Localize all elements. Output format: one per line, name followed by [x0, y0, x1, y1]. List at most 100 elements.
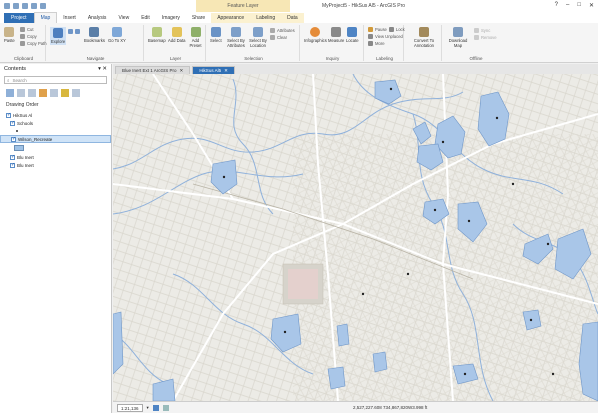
tab-data[interactable]: Data: [281, 13, 304, 23]
pause-button[interactable]: Pause Lock: [368, 27, 405, 32]
school-point[interactable]: [389, 87, 393, 91]
map-visibility-checkbox[interactable]: [6, 112, 11, 118]
tab-edit[interactable]: Edit: [135, 13, 156, 23]
school-point[interactable]: [222, 175, 226, 179]
pond-polygon[interactable]: [336, 323, 350, 347]
view-tools-icon[interactable]: [152, 404, 159, 411]
school-point[interactable]: [441, 140, 445, 144]
select-by-attributes-button[interactable]: Select By Attributes: [226, 27, 246, 48]
view-unplaced-button[interactable]: View Unplaced: [368, 34, 403, 39]
list-by-labeling-icon[interactable]: [61, 89, 69, 97]
attributes-button[interactable]: Attributes: [270, 28, 295, 33]
school-point[interactable]: [495, 116, 499, 120]
redo-icon[interactable]: [40, 3, 46, 9]
toc-map-item[interactable]: HikSus Al: [0, 111, 111, 119]
wilson-visibility-checkbox[interactable]: [11, 136, 16, 142]
zoom-out-icon: [75, 29, 80, 34]
lock-label[interactable]: Lock: [396, 27, 405, 32]
pond-polygon[interactable]: [327, 366, 346, 390]
maximize-icon[interactable]: □: [577, 2, 581, 9]
measure-button[interactable]: Measure: [328, 27, 344, 43]
new-icon[interactable]: [4, 3, 10, 9]
school-point[interactable]: [511, 182, 515, 186]
scale-dropdown[interactable]: 1:21,136: [117, 403, 143, 412]
list-by-snapping-icon[interactable]: [50, 89, 58, 97]
list-by-perspective-icon[interactable]: [72, 89, 80, 97]
blue1-visibility-checkbox[interactable]: [10, 154, 15, 160]
list-by-source-icon[interactable]: [17, 89, 25, 97]
toc-layer-schools[interactable]: Schools: [0, 119, 111, 127]
explore-button[interactable]: Explore: [50, 27, 67, 45]
navigate-group-label: Navigate: [86, 56, 105, 61]
point-symbol-icon: [16, 130, 18, 132]
school-point[interactable]: [361, 292, 365, 296]
pond-polygon[interactable]: [372, 351, 388, 373]
tab-appearance[interactable]: Appearance: [211, 13, 251, 23]
school-point[interactable]: [433, 208, 437, 212]
copy-path-button[interactable]: Copy Path: [20, 41, 47, 46]
street-grid-dense: [293, 134, 598, 401]
close-icon[interactable]: ✕: [589, 2, 594, 9]
school-point[interactable]: [529, 318, 533, 322]
remove-button[interactable]: Remove: [474, 35, 497, 40]
open-icon[interactable]: [13, 3, 19, 9]
list-by-editing-icon[interactable]: [39, 89, 47, 97]
add-preset-button[interactable]: Add Preset: [186, 27, 205, 48]
school-point[interactable]: [406, 272, 410, 276]
locate-button[interactable]: Locate: [346, 27, 359, 43]
more-button[interactable]: More: [368, 41, 385, 46]
select-button[interactable]: Select: [210, 27, 222, 43]
tab-labeling[interactable]: Labeling: [250, 13, 282, 23]
undo-icon[interactable]: [31, 3, 37, 9]
list-by-drawing-order-icon[interactable]: [6, 89, 14, 97]
tab-analysis[interactable]: Analysis: [82, 13, 113, 23]
tab-insert[interactable]: Insert: [57, 13, 82, 23]
pane-options-icon[interactable]: ▾ ✕: [98, 66, 107, 72]
cut-button[interactable]: Cut: [20, 27, 34, 32]
toc-layer-wilson[interactable]: Wilson_Recreate: [0, 135, 111, 143]
schools-visibility-checkbox[interactable]: [10, 120, 15, 126]
map-view[interactable]: [113, 74, 598, 401]
toc-layer-blue1[interactable]: Blu Inert: [0, 153, 111, 161]
school-point[interactable]: [463, 372, 467, 376]
close-icon[interactable]: ✕: [180, 68, 184, 74]
pause-drawing-icon[interactable]: [162, 404, 169, 411]
attributes-label: Attributes: [277, 28, 295, 33]
school-point[interactable]: [467, 219, 471, 223]
copy-button[interactable]: Copy: [20, 34, 37, 39]
selection-group: Select Select By Attributes Select By Lo…: [208, 25, 300, 61]
map-tab-2[interactable]: HikSus Al5 ✕: [192, 66, 235, 74]
help-icon[interactable]: ?: [555, 2, 558, 9]
tab-map[interactable]: Map: [33, 12, 58, 23]
zoom-tools[interactable]: [68, 29, 80, 34]
school-point[interactable]: [283, 330, 287, 334]
minimize-icon[interactable]: –: [566, 2, 569, 9]
contents-search[interactable]: ⌕ Search: [4, 76, 107, 84]
blue2-visibility-checkbox[interactable]: [10, 162, 15, 168]
tab-imagery[interactable]: Imagery: [156, 13, 186, 23]
goto-xy-button[interactable]: Go To XY: [108, 27, 126, 43]
school-point[interactable]: [546, 242, 550, 246]
select-by-location-button[interactable]: Select By Location: [248, 27, 268, 48]
tab-share[interactable]: Share: [186, 13, 211, 23]
download-map-button[interactable]: Download Map: [446, 27, 470, 48]
pond-polygon[interactable]: [113, 311, 124, 375]
sync-button[interactable]: Sync: [474, 28, 490, 33]
add-data-button[interactable]: Add Data: [168, 27, 185, 43]
paste-button[interactable]: Paste: [4, 27, 15, 43]
save-icon[interactable]: [22, 3, 28, 9]
close-icon[interactable]: ✕: [224, 68, 228, 74]
scale-dropdown-chevron-icon[interactable]: ▾: [147, 405, 149, 411]
convert-to-annotation-button[interactable]: Convert To Annotation: [408, 27, 440, 48]
basemap-button[interactable]: Basemap: [148, 27, 166, 43]
bookmarks-button[interactable]: Bookmarks: [84, 27, 105, 43]
map-canvas[interactable]: [113, 74, 598, 401]
tab-view[interactable]: View: [112, 13, 135, 23]
map-tab-1[interactable]: Blue Inert Ext 1 ArcGIS Pro ✕: [115, 66, 191, 74]
tab-project[interactable]: Project: [4, 13, 34, 23]
clear-button[interactable]: Clear: [270, 35, 287, 40]
list-by-selection-icon[interactable]: [28, 89, 36, 97]
infographics-button[interactable]: Infographics: [304, 27, 327, 43]
school-point[interactable]: [551, 372, 555, 376]
toc-layer-blue2[interactable]: Blu Inert: [0, 161, 111, 169]
